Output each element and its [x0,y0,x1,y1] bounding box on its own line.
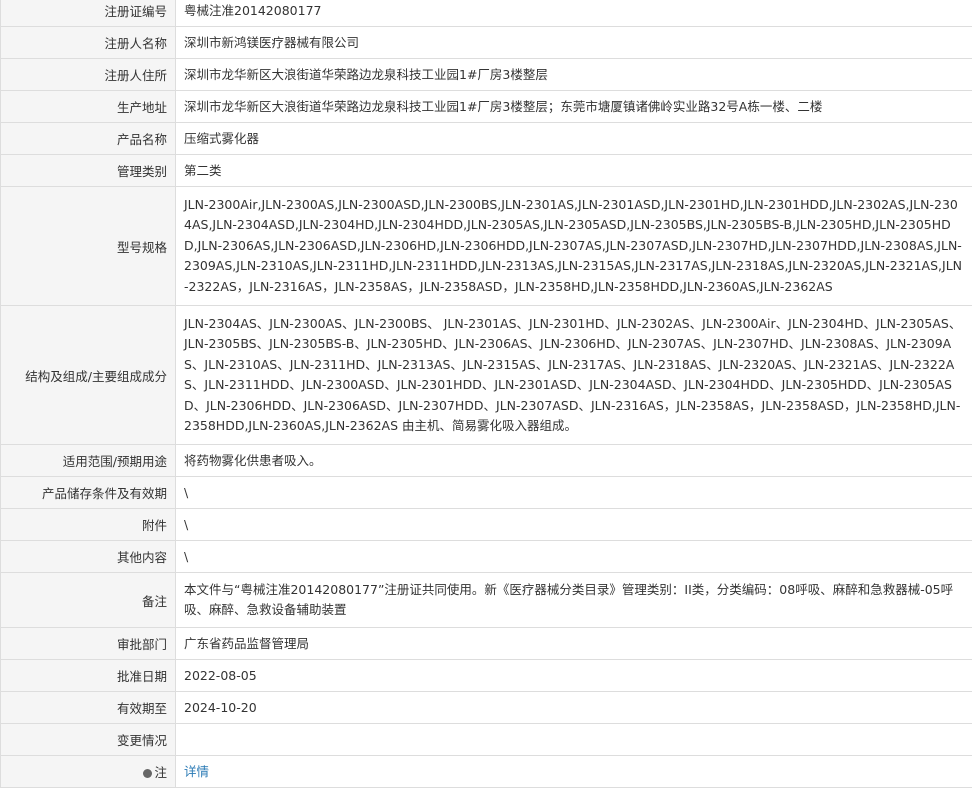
value-valid-until: 2024-10-20 [175,691,972,724]
row-remarks: 备注 本文件与“粤械注准20142080177”注册证共同使用。新《医疗器械分类… [0,572,972,628]
label-note-text: 注 [154,765,167,780]
value-note: 详情 [175,755,972,788]
value-change-history [175,723,972,756]
row-intended-use: 适用范围/预期用途 将药物雾化供患者吸入。 [0,444,972,477]
label-attachments: 附件 [0,508,176,541]
value-registrant-address: 深圳市龙华新区大浪街道华荣路边龙泉科技工业园1#厂房3楼整层 [175,58,972,91]
value-product-name: 压缩式雾化器 [175,122,972,155]
row-note: 注 详情 [0,755,972,788]
label-registration-number: 注册证编号 [0,0,176,27]
label-product-name: 产品名称 [0,122,176,155]
value-approval-date: 2022-08-05 [175,659,972,692]
label-model-specs: 型号规格 [0,186,176,306]
value-approval-department: 广东省药品监督管理局 [175,627,972,660]
label-production-address: 生产地址 [0,90,176,123]
row-product-name: 产品名称 压缩式雾化器 [0,122,972,155]
value-registration-number: 粤械注准20142080177 [175,0,972,27]
registration-info-table: 注册证编号 粤械注准20142080177 注册人名称 深圳市新鸿镁医疗器械有限… [0,0,972,788]
value-other-content: \ [175,540,972,573]
value-storage-validity: \ [175,476,972,509]
value-registrant-name: 深圳市新鸿镁医疗器械有限公司 [175,26,972,59]
label-registrant-name: 注册人名称 [0,26,176,59]
value-intended-use: 将药物雾化供患者吸入。 [175,444,972,477]
row-approval-date: 批准日期 2022-08-05 [0,659,972,692]
row-registrant-address: 注册人住所 深圳市龙华新区大浪街道华荣路边龙泉科技工业园1#厂房3楼整层 [0,58,972,91]
label-valid-until: 有效期至 [0,691,176,724]
label-change-history: 变更情况 [0,723,176,756]
label-management-category: 管理类别 [0,154,176,187]
row-production-address: 生产地址 深圳市龙华新区大浪街道华荣路边龙泉科技工业园1#厂房3楼整层；东莞市塘… [0,90,972,123]
row-change-history: 变更情况 [0,723,972,756]
label-registrant-address: 注册人住所 [0,58,176,91]
label-note: 注 [0,755,176,788]
label-structure-composition: 结构及组成/主要组成成分 [0,305,176,445]
value-management-category: 第二类 [175,154,972,187]
label-storage-validity: 产品储存条件及有效期 [0,476,176,509]
details-link[interactable]: 详情 [184,764,209,779]
value-attachments: \ [175,508,972,541]
row-model-specs: 型号规格 JLN-2300Air,JLN-2300AS,JLN-2300ASD,… [0,186,972,306]
label-approval-department: 审批部门 [0,627,176,660]
row-attachments: 附件 \ [0,508,972,541]
row-management-category: 管理类别 第二类 [0,154,972,187]
lightbulb-icon [143,769,153,778]
value-model-specs: JLN-2300Air,JLN-2300AS,JLN-2300ASD,JLN-2… [175,186,972,306]
label-approval-date: 批准日期 [0,659,176,692]
row-structure-composition: 结构及组成/主要组成成分 JLN-2304AS、JLN-2300AS、JLN-2… [0,305,972,445]
row-other-content: 其他内容 \ [0,540,972,573]
row-valid-until: 有效期至 2024-10-20 [0,691,972,724]
row-approval-department: 审批部门 广东省药品监督管理局 [0,627,972,660]
row-registration-number: 注册证编号 粤械注准20142080177 [0,0,972,27]
label-intended-use: 适用范围/预期用途 [0,444,176,477]
row-storage-validity: 产品储存条件及有效期 \ [0,476,972,509]
label-remarks: 备注 [0,572,176,628]
row-registrant-name: 注册人名称 深圳市新鸿镁医疗器械有限公司 [0,26,972,59]
value-remarks: 本文件与“粤械注准20142080177”注册证共同使用。新《医疗器械分类目录》… [175,572,972,628]
value-production-address: 深圳市龙华新区大浪街道华荣路边龙泉科技工业园1#厂房3楼整层；东莞市塘厦镇诸佛岭… [175,90,972,123]
value-structure-composition: JLN-2304AS、JLN-2300AS、JLN-2300BS、 JLN-23… [175,305,972,445]
label-other-content: 其他内容 [0,540,176,573]
